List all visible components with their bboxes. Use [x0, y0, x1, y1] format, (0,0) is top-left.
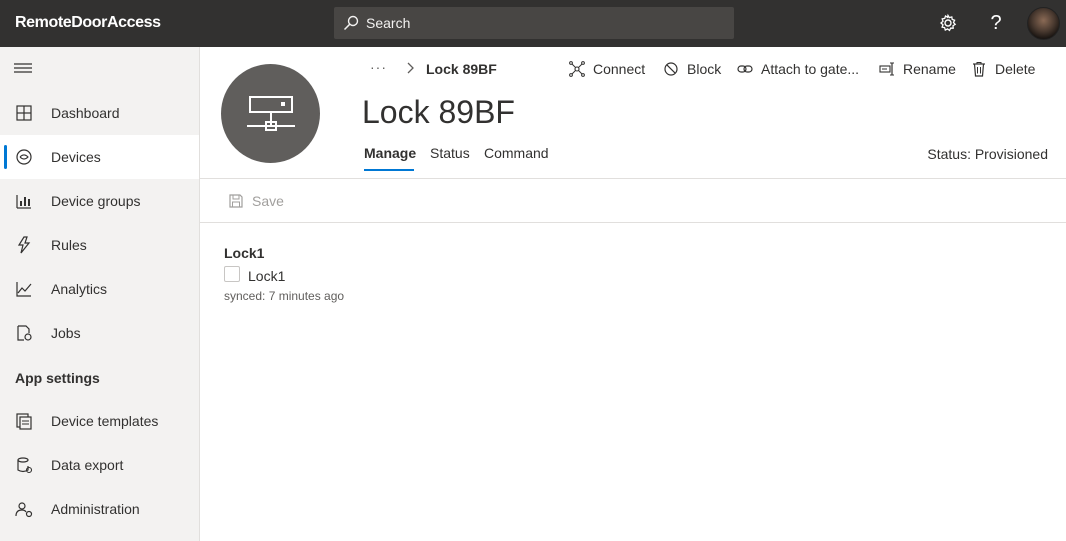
sidebar-item-rules[interactable]: Rules: [0, 223, 199, 267]
delete-label: Delete: [995, 61, 1036, 77]
help-icon[interactable]: ?: [983, 10, 1009, 36]
devices-icon: [15, 148, 33, 166]
top-bar: RemoteDoorAccess Search ?: [0, 0, 1066, 47]
attach-icon: [737, 61, 753, 77]
block-button[interactable]: Block: [663, 61, 721, 77]
section-app-settings: App settings: [15, 370, 100, 386]
breadcrumb-more[interactable]: ···: [370, 59, 387, 75]
rename-icon: [879, 61, 895, 77]
lock1-checkbox[interactable]: [224, 266, 240, 282]
rules-icon: [15, 236, 33, 254]
save-label: Save: [252, 193, 284, 209]
sidebar-item-label: Jobs: [51, 325, 81, 341]
sidebar-item-label: Devices: [51, 149, 101, 165]
sidebar-item-label: Analytics: [51, 281, 108, 297]
save-button[interactable]: Save: [228, 193, 284, 209]
active-tab-indicator: [364, 169, 414, 171]
delete-icon: [971, 61, 987, 77]
tab-status[interactable]: Status: [430, 145, 470, 161]
network-device-icon: [247, 96, 295, 131]
block-label: Block: [687, 61, 722, 77]
sidebar-item-jobs[interactable]: Jobs: [0, 311, 199, 355]
tab-command[interactable]: Command: [484, 145, 549, 161]
sidebar-item-label: Dashboard: [51, 105, 120, 121]
property-label: Lock1: [224, 245, 265, 261]
attach-label: Attach to gate...: [761, 61, 860, 77]
connect-icon: [569, 61, 585, 77]
search-icon: [342, 14, 360, 32]
rename-button[interactable]: Rename: [879, 61, 956, 77]
sidebar: Dashboard Devices Device groups Rules An…: [0, 47, 200, 541]
sidebar-item-label: Data export: [51, 457, 124, 473]
tab-manage[interactable]: Manage: [364, 145, 416, 161]
analytics-icon: [15, 280, 33, 298]
sidebar-item-label: Device templates: [51, 413, 159, 429]
sidebar-item-label: Administration: [51, 501, 140, 517]
sidebar-item-dashboard[interactable]: Dashboard: [0, 91, 199, 135]
sidebar-item-label: Device groups: [51, 193, 141, 209]
checkbox-label[interactable]: Lock1: [248, 268, 285, 284]
sidebar-item-device-groups[interactable]: Device groups: [0, 179, 199, 223]
jobs-icon: [15, 324, 33, 342]
gear-icon[interactable]: [935, 10, 961, 36]
hamburger-menu-icon[interactable]: [14, 61, 32, 75]
delete-button[interactable]: Delete: [971, 61, 1035, 77]
manage-content: Lock1 Lock1 synced: 7 minutes ago: [200, 224, 1066, 541]
page-title: Lock 89BF: [362, 94, 515, 130]
sidebar-item-devices[interactable]: Devices: [0, 135, 199, 179]
device-groups-icon: [15, 192, 33, 210]
toolbar: Save: [200, 179, 1066, 223]
search-box[interactable]: Search: [334, 7, 734, 39]
sidebar-item-data-export[interactable]: Data export: [0, 443, 199, 487]
dashboard-icon: [15, 104, 33, 122]
sidebar-item-administration[interactable]: Administration: [0, 487, 199, 531]
device-templates-icon: [15, 412, 33, 430]
sidebar-item-device-templates[interactable]: Device templates: [0, 399, 199, 443]
save-icon: [228, 193, 244, 209]
attach-to-gateway-button[interactable]: Attach to gate...: [737, 61, 859, 77]
connect-label: Connect: [593, 61, 646, 77]
rename-label: Rename: [903, 61, 956, 77]
sidebar-item-label: Rules: [51, 237, 87, 253]
connect-button[interactable]: Connect: [569, 61, 645, 77]
avatar[interactable]: [1027, 7, 1060, 40]
synced-status: synced: 7 minutes ago: [224, 289, 345, 303]
device-header: ··· Lock 89BF Connect Block Attach to ga…: [200, 47, 1066, 179]
administration-icon: [15, 500, 33, 518]
block-icon: [663, 61, 679, 77]
sidebar-item-analytics[interactable]: Analytics: [0, 267, 199, 311]
chevron-right-icon: [405, 61, 417, 75]
status-text: Status: Provisioned: [927, 146, 1048, 162]
breadcrumb-current: Lock 89BF: [426, 61, 497, 77]
device-avatar: [221, 64, 320, 163]
data-export-icon: [15, 456, 33, 474]
search-placeholder: Search: [366, 15, 411, 31]
app-title[interactable]: RemoteDoorAccess: [15, 14, 161, 32]
